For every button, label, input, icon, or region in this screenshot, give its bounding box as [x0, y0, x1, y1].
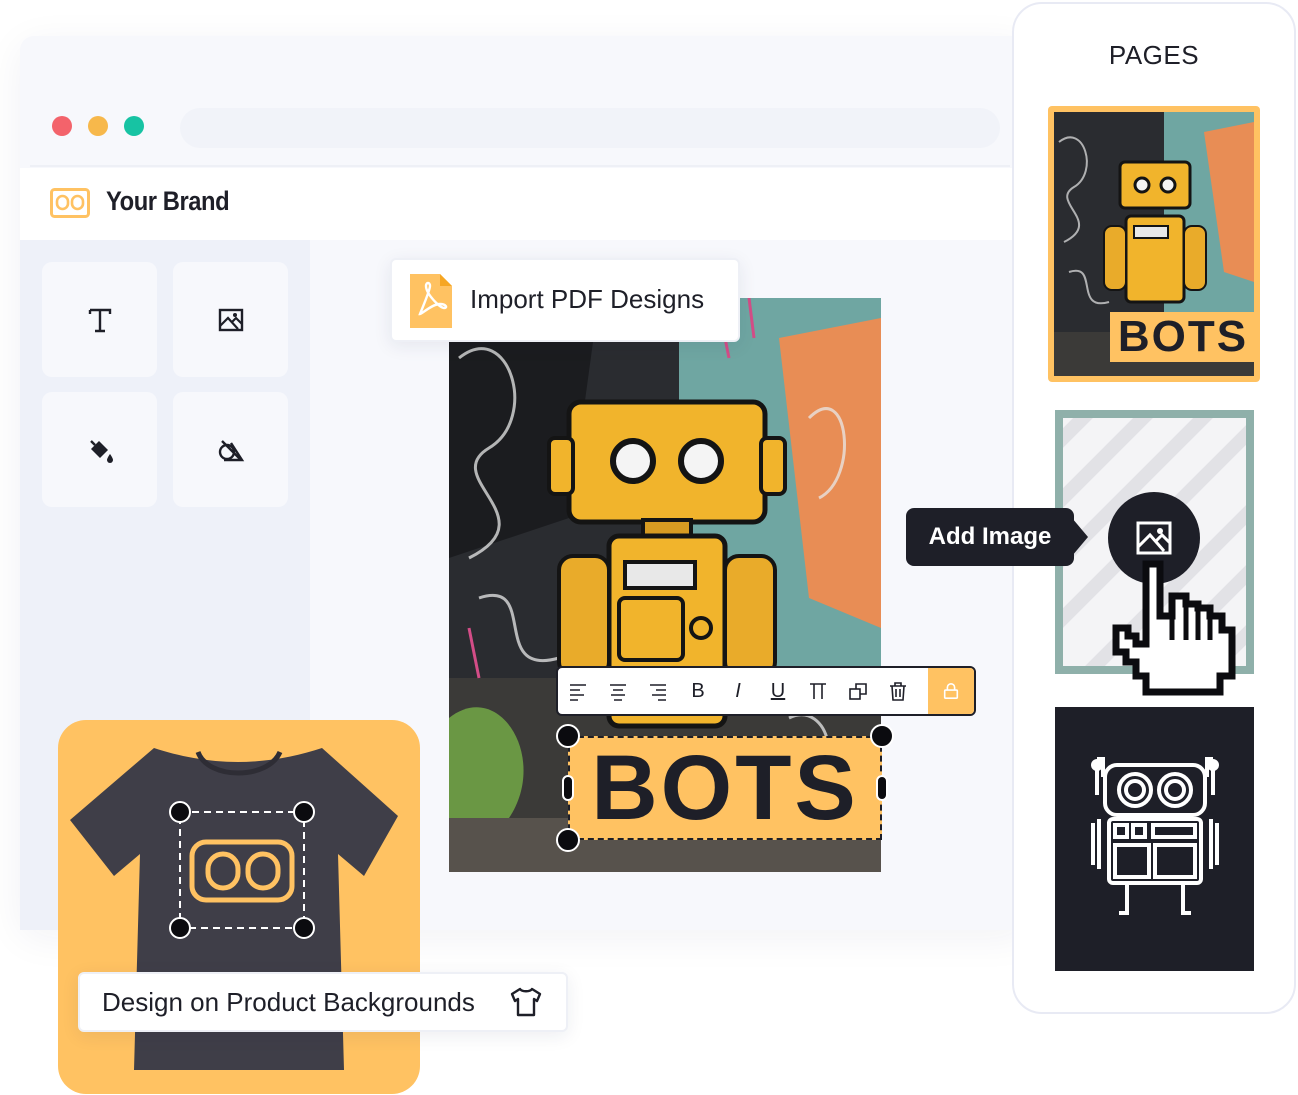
duplicate-button[interactable]	[838, 668, 878, 714]
text-height-icon	[810, 683, 826, 699]
window-close-dot[interactable]	[52, 116, 72, 136]
image-tool-button[interactable]	[173, 262, 288, 377]
resize-handle-top-left[interactable]	[556, 724, 580, 748]
pdf-file-icon	[410, 274, 452, 328]
delete-button[interactable]	[878, 668, 918, 714]
align-right-button[interactable]	[638, 668, 678, 714]
shapes-icon	[218, 439, 244, 461]
add-image-tooltip: Add Image	[906, 508, 1074, 566]
product-mockup-card	[58, 720, 420, 1094]
image-icon	[1136, 521, 1172, 555]
paint-bucket-icon	[89, 439, 113, 463]
align-left-button[interactable]	[558, 668, 598, 714]
duplicate-icon	[849, 683, 867, 700]
product-backgrounds-label: Design on Product Backgrounds	[102, 987, 475, 1017]
lock-button[interactable]	[928, 668, 974, 714]
text-format-toolbar: B I U	[556, 666, 976, 716]
hand-pointer-icon	[1112, 560, 1236, 696]
robot-eyes-logo-icon	[50, 188, 90, 218]
page-thumbnail-3[interactable]	[1055, 707, 1254, 971]
canvas-text-bots[interactable]: BOTS	[568, 736, 882, 840]
page-1-text: BOTS	[1110, 312, 1256, 362]
import-pdf-label: Import PDF Designs	[470, 284, 705, 314]
bold-button[interactable]: B	[678, 668, 718, 714]
shapes-tool-button[interactable]	[173, 392, 288, 507]
window-minimize-dot[interactable]	[88, 116, 108, 136]
robot-line-art-icon	[1091, 757, 1219, 915]
window-divider	[30, 165, 1010, 167]
tshirt-icon	[510, 987, 542, 1017]
pages-title: PAGES	[1108, 40, 1200, 70]
window-maximize-dot[interactable]	[124, 116, 144, 136]
align-right-icon	[650, 684, 666, 701]
address-bar[interactable]	[180, 108, 1000, 148]
brand-name: Your Brand	[106, 186, 230, 216]
resize-handle-right[interactable]	[876, 775, 888, 801]
lock-icon	[943, 683, 959, 700]
trash-icon	[890, 682, 906, 701]
tooltip-arrow	[1072, 518, 1088, 556]
align-left-icon	[570, 684, 586, 701]
resize-handle-top-right[interactable]	[870, 724, 894, 748]
italic-button[interactable]: I	[718, 668, 758, 714]
align-center-icon	[610, 684, 626, 701]
import-pdf-chip[interactable]: Import PDF Designs	[390, 258, 740, 342]
tshirt-mockup-icon	[70, 748, 398, 1070]
font-size-button[interactable]	[798, 668, 838, 714]
image-tool-icon	[218, 308, 243, 331]
resize-handle-left[interactable]	[562, 775, 574, 801]
text-tool-icon	[88, 308, 111, 332]
product-backgrounds-chip[interactable]: Design on Product Backgrounds	[78, 972, 568, 1032]
fill-tool-button[interactable]	[42, 392, 157, 507]
text-tool-button[interactable]	[42, 262, 157, 377]
align-center-button[interactable]	[598, 668, 638, 714]
resize-handle-bottom-left[interactable]	[556, 828, 580, 852]
underline-button[interactable]: U	[758, 668, 798, 714]
